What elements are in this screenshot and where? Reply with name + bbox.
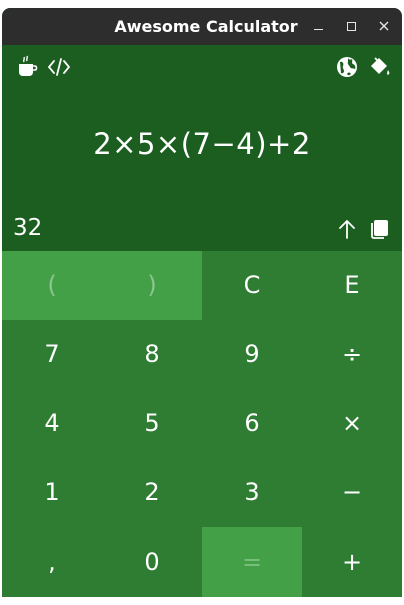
copy-button[interactable] <box>368 217 392 241</box>
coffee-button[interactable] <box>16 55 40 79</box>
multiply-key[interactable]: × <box>302 389 402 458</box>
equals-key[interactable]: = <box>202 527 302 597</box>
digit-4-key[interactable]: 4 <box>2 389 102 458</box>
minimize-icon <box>314 29 323 30</box>
digit-2-key[interactable]: 2 <box>102 458 202 527</box>
display-panel: 2×5×(7−4)+2 32 <box>2 45 402 251</box>
calculator-window: Awesome Calculator 2×5×(7−4)+2 32 () C … <box>2 8 402 597</box>
clear-key[interactable]: C <box>202 251 302 320</box>
divide-key[interactable]: ÷ <box>302 320 402 389</box>
digit-5-key[interactable]: 5 <box>102 389 202 458</box>
digit-6-key[interactable]: 6 <box>202 389 302 458</box>
coffee-icon <box>19 55 38 76</box>
minimize-button[interactable] <box>304 8 334 45</box>
titlebar: Awesome Calculator <box>2 8 402 45</box>
copy-icon <box>371 220 388 239</box>
expression-display: 2×5×(7−4)+2 <box>93 127 311 161</box>
plus-key[interactable]: + <box>302 527 402 597</box>
close-icon <box>379 21 389 31</box>
digit-8-key[interactable]: 8 <box>102 320 202 389</box>
close-button[interactable] <box>369 8 399 45</box>
globe-icon <box>337 57 357 77</box>
language-button[interactable] <box>335 55 359 79</box>
digit-9-key[interactable]: 9 <box>202 320 302 389</box>
keypad: ( ) C E 7 8 9 ÷ 4 5 6 × 1 2 3 − , 0 = + <box>2 251 402 597</box>
theme-button[interactable] <box>368 55 392 79</box>
result-display: 32 <box>13 215 43 241</box>
history-up-button[interactable] <box>335 217 359 241</box>
maximize-icon <box>347 22 356 31</box>
code-button[interactable] <box>47 55 71 79</box>
code-icon <box>47 58 71 76</box>
minus-key[interactable]: − <box>302 458 402 527</box>
digit-0-key[interactable]: 0 <box>102 527 202 597</box>
open-paren-key[interactable]: ( <box>2 251 102 320</box>
e-key[interactable]: E <box>302 251 402 320</box>
arrow-up-icon <box>339 219 355 239</box>
close-paren-key[interactable]: ) <box>102 251 202 320</box>
digit-7-key[interactable]: 7 <box>2 320 102 389</box>
digit-1-key[interactable]: 1 <box>2 458 102 527</box>
maximize-button[interactable] <box>336 8 366 45</box>
comma-key[interactable]: , <box>2 527 102 597</box>
digit-3-key[interactable]: 3 <box>202 458 302 527</box>
paint-bucket-icon <box>371 57 390 75</box>
